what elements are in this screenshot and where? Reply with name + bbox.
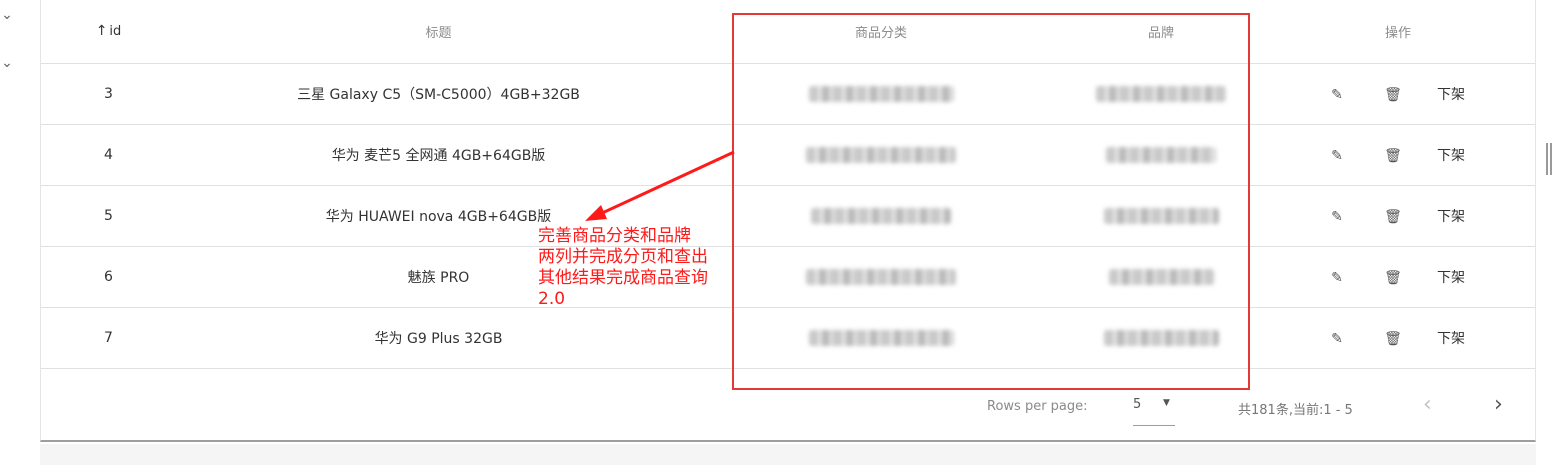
cell-actions: ✎ 🗑 下架 — [1261, 246, 1535, 308]
pencil-icon[interactable]: ✎ — [1325, 270, 1349, 286]
off-shelf-button[interactable]: 下架 — [1437, 328, 1465, 348]
caret-down-icon: ▼ — [1163, 398, 1170, 408]
cell-actions: ✎ 🗑 下架 — [1261, 124, 1535, 186]
trash-icon[interactable]: 🗑 — [1381, 148, 1405, 164]
cell-id: 5 — [41, 185, 176, 247]
chevron-down-icon[interactable]: ⌄ — [0, 56, 14, 70]
cell-actions: ✎ 🗑 下架 — [1261, 185, 1535, 247]
chevron-right-icon[interactable]: › — [1494, 392, 1503, 417]
off-shelf-button[interactable]: 下架 — [1437, 206, 1465, 226]
annotation-highlight-box — [732, 13, 1250, 390]
cell-id: 3 — [41, 63, 176, 125]
sort-arrow-up-icon[interactable]: ↑ — [96, 23, 108, 39]
cell-id: 6 — [41, 246, 176, 308]
trash-icon[interactable]: 🗑 — [1381, 87, 1405, 103]
chevron-left-icon[interactable]: ‹ — [1423, 392, 1432, 417]
column-header-id[interactable]: ↑ id — [41, 0, 176, 64]
cell-actions: ✎ 🗑 下架 — [1261, 63, 1535, 125]
annotation-line: 完善商品分类和品牌 — [538, 226, 691, 246]
trash-icon[interactable]: 🗑 — [1381, 209, 1405, 225]
annotation-line: 2.0 — [538, 289, 566, 309]
column-header-id-label: id — [109, 24, 122, 40]
off-shelf-button[interactable]: 下架 — [1437, 145, 1465, 165]
rows-per-page-value: 5 — [1133, 397, 1142, 412]
annotation-note: 完善商品分类和品牌 两列并完成分页和查出 其他结果完成商品查询 2.0 — [538, 226, 738, 310]
pencil-icon[interactable]: ✎ — [1325, 148, 1349, 164]
cell-id: 7 — [41, 307, 176, 369]
pencil-icon[interactable]: ✎ — [1325, 209, 1349, 225]
annotation-line: 其他结果完成商品查询 — [538, 268, 708, 288]
column-header-actions: 操作 — [1261, 0, 1535, 64]
annotation-line: 两列并完成分页和查出 — [538, 247, 708, 267]
rows-per-page-select[interactable]: 5 ▼ — [1133, 396, 1175, 426]
chevron-down-icon[interactable]: ⌄ — [0, 8, 14, 22]
page-background — [40, 444, 1536, 465]
off-shelf-button[interactable]: 下架 — [1437, 267, 1465, 287]
column-header-title: 标题 — [176, 0, 701, 64]
pencil-icon[interactable]: ✎ — [1325, 331, 1349, 347]
pencil-icon[interactable]: ✎ — [1325, 87, 1349, 103]
scrollbar-grip[interactable] — [1546, 143, 1552, 175]
rows-per-page-label: Rows per page: — [987, 399, 1088, 414]
pagination-range: 共181条,当前:1 - 5 — [1238, 403, 1353, 418]
trash-icon[interactable]: 🗑 — [1381, 331, 1405, 347]
cell-title: 华为 G9 Plus 32GB — [176, 307, 701, 369]
cell-actions: ✎ 🗑 下架 — [1261, 307, 1535, 369]
left-rail: ⌄ ⌄ — [0, 0, 40, 465]
cell-title: 华为 麦芒5 全网通 4GB+64GB版 — [176, 124, 701, 186]
trash-icon[interactable]: 🗑 — [1381, 270, 1405, 286]
cell-id: 4 — [41, 124, 176, 186]
off-shelf-button[interactable]: 下架 — [1437, 84, 1465, 104]
cell-title: 三星 Galaxy C5（SM-C5000）4GB+32GB — [176, 63, 701, 125]
